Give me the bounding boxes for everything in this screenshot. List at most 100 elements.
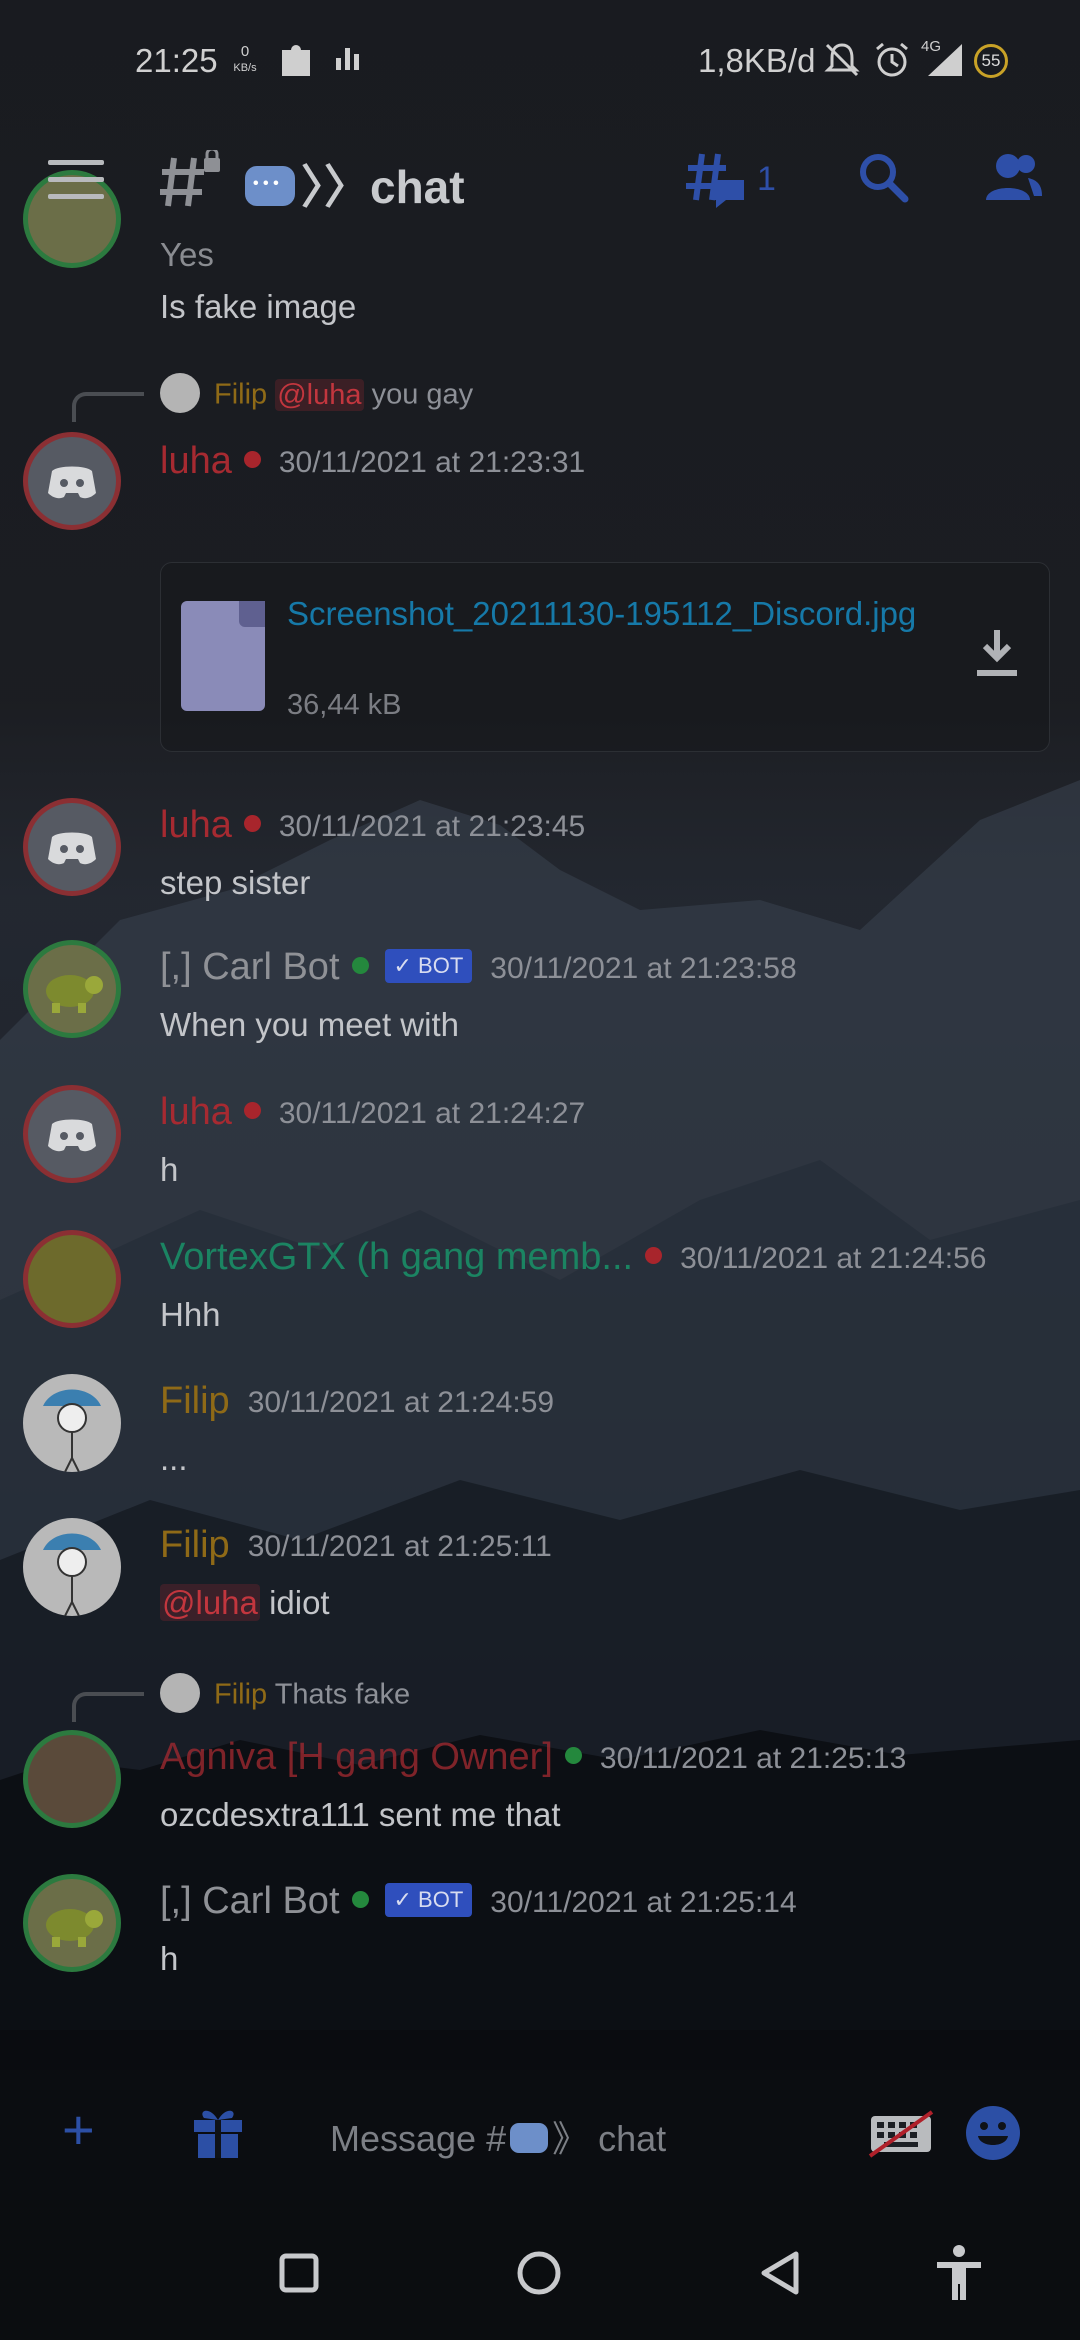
message-text: Is fake image — [160, 288, 357, 325]
user-avatar[interactable] — [23, 1730, 121, 1828]
message-text: h — [160, 1940, 179, 1977]
username[interactable]: Agniva [H gang Owner] — [160, 1736, 553, 1778]
system-navigation-bar — [0, 2200, 1080, 2340]
channel-name: chat — [370, 161, 465, 213]
message-input[interactable]: Message # 》 chat — [330, 2110, 666, 2162]
recents-icon[interactable] — [278, 2252, 320, 2294]
message-header: Filip 30/11/2021 at 21:25:11 — [160, 1524, 552, 1567]
username[interactable]: VortexGTX (h gang memb... — [160, 1236, 633, 1278]
reply-text: you gay — [371, 378, 474, 411]
back-icon[interactable] — [758, 2250, 802, 2296]
speech-bubble-icon — [245, 165, 295, 206]
message-text: Yes — [160, 236, 214, 273]
thread-count: 1 — [757, 160, 776, 198]
home-icon[interactable] — [516, 2250, 562, 2296]
timestamp: 30/11/2021 at 21:25:14 — [490, 1885, 797, 1919]
status-speed-unit: KB/s — [233, 62, 257, 74]
bars-icon — [336, 48, 359, 70]
reply-username: Filip — [214, 378, 268, 411]
members-icon[interactable] — [982, 150, 1044, 204]
message-header: luha 30/11/2021 at 21:23:45 — [160, 804, 585, 847]
timestamp: 30/11/2021 at 21:23:31 — [278, 445, 586, 479]
reply-avatar — [160, 1673, 200, 1713]
keyboard-icon[interactable] — [868, 2110, 934, 2158]
username[interactable]: [,] Carl Bot — [160, 1880, 340, 1922]
status-data-usage: 1,8KB/d — [698, 42, 816, 79]
placeholder-channel: 》 chat — [552, 2118, 667, 2159]
speech-bubble-icon — [510, 2123, 549, 2154]
user-avatar[interactable] — [23, 1230, 121, 1328]
offline-status-dot — [243, 1102, 261, 1120]
username[interactable]: [,] Carl Bot — [160, 946, 340, 988]
message-header: luha 30/11/2021 at 21:24:27 — [160, 1091, 585, 1134]
username[interactable]: luha — [160, 1091, 232, 1133]
gift-icon[interactable] — [190, 2102, 246, 2160]
message-header: [,] Carl Bot ✓ BOT 30/11/2021 at 21:25:14 — [160, 1880, 797, 1923]
placeholder-prefix: Message # — [330, 2118, 507, 2159]
plus-icon[interactable]: + — [62, 2102, 95, 2158]
timestamp: 30/11/2021 at 21:23:58 — [490, 951, 797, 985]
message-text: @luha idiot — [160, 1584, 330, 1622]
file-attachment[interactable]: Screenshot_20211130-195112_Discord.jpg 3… — [160, 562, 1050, 752]
user-avatar[interactable] — [23, 798, 121, 896]
username[interactable]: luha — [160, 804, 232, 846]
username[interactable]: Filip — [160, 1380, 230, 1422]
offline-status-dot — [645, 1247, 663, 1265]
attachment-size: 36,44 kB — [287, 689, 402, 721]
reply-preview[interactable]: Filip @luha you gay — [160, 373, 474, 416]
reply-mention: @luha — [275, 378, 364, 411]
channel-header: 〉〉chat 1 — [0, 125, 1080, 235]
user-avatar[interactable] — [23, 1874, 121, 1972]
stickman-avatar-icon — [43, 1533, 101, 1616]
timestamp: 30/11/2021 at 21:24:27 — [278, 1096, 586, 1130]
emoji-icon[interactable] — [964, 2104, 1022, 2162]
threads-icon[interactable] — [686, 150, 748, 212]
download-icon[interactable] — [975, 628, 1019, 680]
battery-indicator: 55 — [974, 44, 1008, 78]
user-avatar[interactable] — [23, 1085, 121, 1183]
status-time: 21:25 — [135, 42, 218, 79]
message-composer: + Message # 》 chat — [0, 2070, 1080, 2200]
message-text: When you meet with — [160, 1006, 459, 1043]
discord-logo-icon — [48, 832, 96, 865]
menu-icon[interactable] — [48, 160, 104, 200]
message-text-body: idiot — [269, 1584, 330, 1621]
bot-tag: ✓ BOT — [384, 948, 473, 983]
message-header: [,] Carl Bot ✓ BOT 30/11/2021 at 21:23:58 — [160, 946, 797, 989]
reply-avatar — [160, 373, 200, 413]
discord-logo-icon — [48, 1119, 96, 1152]
attachment-filename[interactable]: Screenshot_20211130-195112_Discord.jpg — [287, 587, 947, 641]
message-header: VortexGTX (h gang memb... 30/11/2021 at 2… — [160, 1236, 986, 1279]
timestamp: 30/11/2021 at 21:24:59 — [247, 1385, 555, 1419]
username[interactable]: Filip — [160, 1524, 230, 1566]
file-icon — [181, 601, 265, 711]
user-avatar[interactable] — [23, 940, 121, 1038]
username[interactable]: luha — [160, 440, 232, 482]
discord-logo-icon — [48, 466, 96, 499]
user-avatar[interactable] — [23, 432, 121, 530]
message-text: Hhh — [160, 1296, 221, 1333]
alarm-icon — [876, 42, 908, 77]
reply-text: Thats fake — [274, 1678, 411, 1711]
message-text: ... — [160, 1440, 188, 1477]
message-text: ozcdesxtra111 sent me that — [160, 1796, 561, 1833]
reply-username: Filip — [214, 1678, 268, 1711]
search-icon[interactable] — [856, 150, 910, 204]
offline-status-dot — [243, 451, 261, 469]
online-status-dot — [564, 1747, 582, 1765]
status-speed-value: 0 — [240, 43, 250, 60]
accessibility-icon[interactable] — [934, 2244, 984, 2302]
channel-title[interactable]: 〉〉chat — [245, 151, 465, 217]
offline-status-dot — [243, 815, 261, 833]
user-avatar[interactable] — [23, 1518, 121, 1616]
reply-connector — [72, 392, 144, 422]
message-text: step sister — [160, 864, 311, 901]
reply-preview[interactable]: Filip Thats fake — [160, 1673, 411, 1716]
user-avatar[interactable] — [23, 1374, 121, 1472]
user-mention[interactable]: @luha — [160, 1584, 260, 1621]
timestamp: 30/11/2021 at 21:23:45 — [278, 809, 586, 843]
message-header: Agniva [H gang Owner] 30/11/2021 at 21:25… — [160, 1736, 906, 1779]
online-status-dot — [351, 1891, 369, 1909]
message-text: h — [160, 1151, 179, 1188]
puzzle-icon — [282, 45, 310, 76]
